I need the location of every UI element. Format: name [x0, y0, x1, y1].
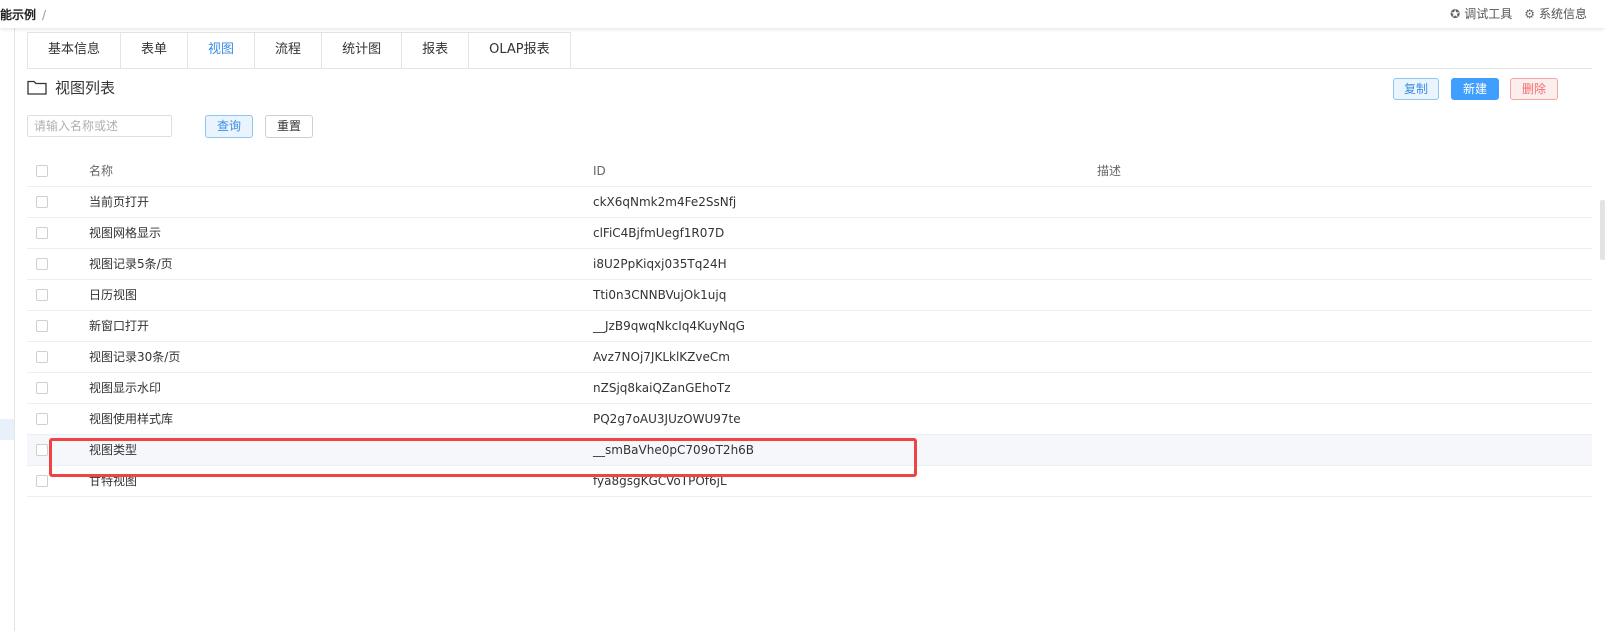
- copy-button[interactable]: 复制: [1393, 78, 1439, 100]
- row-name: 视图使用样式库: [89, 412, 174, 426]
- select-all-checkbox[interactable]: [36, 156, 48, 187]
- debug-tool-button[interactable]: ✪ 调试工具: [1450, 5, 1512, 22]
- row-checkbox[interactable]: [36, 435, 48, 466]
- reset-button[interactable]: 重置: [265, 115, 313, 138]
- tab-flow[interactable]: 流程: [254, 32, 323, 68]
- folder-icon: [27, 79, 47, 95]
- tab-bar: 基本信息 表单 视图 流程 统计图 报表 OLAP报表: [27, 32, 1592, 69]
- breadcrumb-item[interactable]: 能示例: [0, 8, 36, 22]
- table-row[interactable]: 视图记录5条/页 i8U2PpKiqxj035Tq24H: [27, 249, 1592, 280]
- tab-view[interactable]: 视图: [187, 32, 256, 68]
- row-id: __JzB9qwqNkcIq4KuyNqG: [593, 319, 745, 333]
- tab-chart[interactable]: 统计图: [321, 32, 403, 68]
- table-header: 名称 ID 描述: [27, 156, 1592, 187]
- row-id: __smBaVhe0pC709oT2h6B: [593, 443, 755, 457]
- table-row[interactable]: 视图类型 __smBaVhe0pC709oT2h6B: [27, 435, 1592, 466]
- table-row[interactable]: 视图记录30条/页 Avz7NOj7JKLklKZveCm: [27, 342, 1592, 373]
- row-checkbox[interactable]: [36, 466, 48, 497]
- top-bar: 能示例 / ✪ 调试工具 ⚙ 系统信息: [0, 0, 1605, 28]
- column-header-desc[interactable]: 描述: [1097, 156, 1121, 187]
- section-title: 视图列表: [55, 78, 116, 97]
- section-header: 视图列表: [27, 74, 115, 100]
- left-sidebar-edge: [0, 28, 15, 631]
- table-row[interactable]: 当前页打开 ckX6qNmk2m4Fe2SsNfj: [27, 187, 1592, 218]
- column-header-name[interactable]: 名称: [89, 156, 113, 187]
- row-checkbox[interactable]: [36, 218, 48, 249]
- row-id: nZSjq8kaiQZanGEhoTz: [593, 381, 731, 395]
- table-row[interactable]: 视图使用样式库 PQ2g7oAU3JUzOWU97te: [27, 404, 1592, 435]
- row-checkbox[interactable]: [36, 311, 48, 342]
- bug-icon: ✪: [1450, 6, 1461, 21]
- tab-olap-report[interactable]: OLAP报表: [468, 32, 571, 68]
- row-id: i8U2PpKiqxj035Tq24H: [593, 257, 727, 271]
- row-checkbox[interactable]: [36, 373, 48, 404]
- row-name: 视图记录5条/页: [89, 257, 173, 271]
- breadcrumb: 能示例 /: [0, 6, 46, 23]
- row-checkbox[interactable]: [36, 404, 48, 435]
- system-info-button[interactable]: ⚙ 系统信息: [1524, 5, 1587, 22]
- row-id: Tti0n3CNNBVujOk1ujq: [593, 288, 727, 302]
- row-checkbox[interactable]: [36, 249, 48, 280]
- row-name: 视图显示水印: [89, 381, 162, 395]
- row-name: 视图记录30条/页: [89, 350, 181, 364]
- table-row[interactable]: 新窗口打开 __JzB9qwqNkcIq4KuyNqG: [27, 311, 1592, 342]
- row-checkbox[interactable]: [36, 342, 48, 373]
- row-name: 甘特视图: [89, 474, 138, 488]
- row-checkbox[interactable]: [36, 280, 48, 311]
- row-checkbox[interactable]: [36, 187, 48, 218]
- table-row[interactable]: 视图网格显示 clFiC4BjfmUegf1R07D: [27, 218, 1592, 249]
- search-input[interactable]: [27, 115, 172, 137]
- row-id: fya8gsgKGCVoTPOf6jL: [593, 474, 727, 488]
- delete-button[interactable]: 删除: [1510, 78, 1558, 100]
- table-row[interactable]: 甘特视图 fya8gsgKGCVoTPOf6jL: [27, 466, 1592, 497]
- row-id: clFiC4BjfmUegf1R07D: [593, 226, 725, 240]
- gear-icon: ⚙: [1524, 6, 1535, 21]
- view-table: 名称 ID 描述 当前页打开 ckX6qNmk2m4Fe2SsNfj 视图网格显…: [27, 156, 1592, 497]
- tab-form[interactable]: 表单: [120, 32, 189, 68]
- table-row[interactable]: 日历视图 Tti0n3CNNBVujOk1ujq: [27, 280, 1592, 311]
- top-actions: ✪ 调试工具 ⚙ 系统信息: [1450, 5, 1587, 22]
- row-id: Avz7NOj7JKLklKZveCm: [593, 350, 730, 364]
- query-button[interactable]: 查询: [205, 115, 253, 138]
- system-info-label: 系统信息: [1538, 7, 1587, 21]
- row-id: ckX6qNmk2m4Fe2SsNfj: [593, 195, 737, 209]
- column-header-id[interactable]: ID: [593, 156, 606, 187]
- row-name: 视图类型: [89, 443, 138, 457]
- tab-basic-info[interactable]: 基本信息: [27, 32, 122, 68]
- row-name: 日历视图: [89, 288, 138, 302]
- debug-tool-label: 调试工具: [1464, 7, 1513, 21]
- row-id: PQ2g7oAU3JUzOWU97te: [593, 412, 741, 426]
- sidebar-active-marker: [0, 419, 14, 440]
- tab-report[interactable]: 报表: [401, 32, 470, 68]
- row-name: 当前页打开: [89, 195, 150, 209]
- row-name: 视图网格显示: [89, 226, 162, 240]
- row-name: 新窗口打开: [89, 319, 150, 333]
- table-row[interactable]: 视图显示水印 nZSjq8kaiQZanGEhoTz: [27, 373, 1592, 404]
- breadcrumb-separator: /: [42, 8, 47, 22]
- scrollbar-thumb[interactable]: [1600, 200, 1605, 260]
- new-button[interactable]: 新建: [1451, 78, 1499, 100]
